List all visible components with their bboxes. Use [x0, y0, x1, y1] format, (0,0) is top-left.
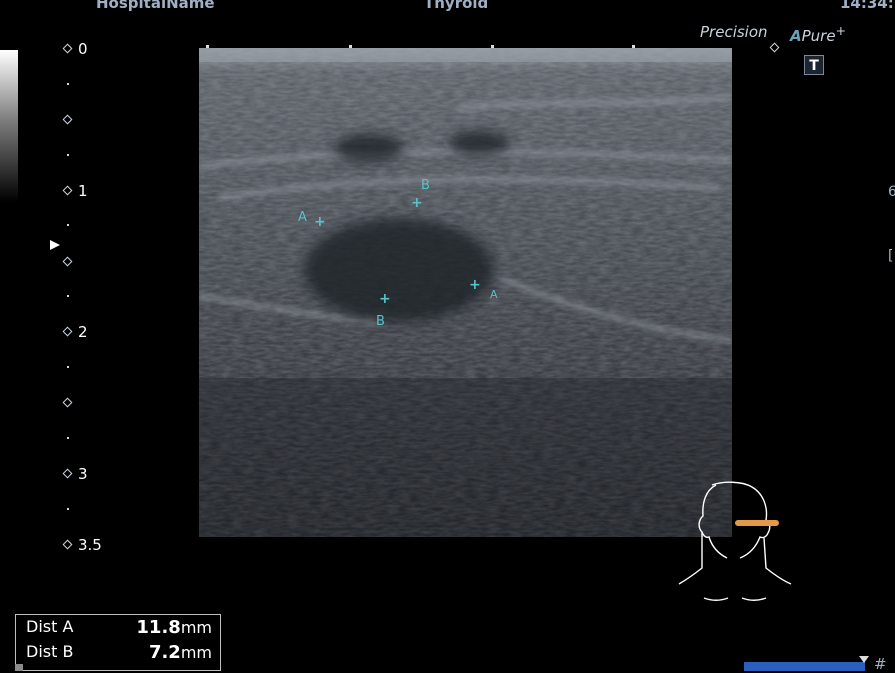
frame-hash: #	[874, 655, 887, 673]
depth-mark	[62, 468, 73, 479]
depth-dot	[67, 224, 69, 226]
measurement-unit: mm	[180, 643, 212, 662]
caliper-b-cross-top[interactable]: +	[411, 195, 423, 211]
caliper-a-label-left: A	[298, 210, 307, 225]
depth-mark	[62, 326, 73, 337]
measurement-row: Dist A 11.8mm	[26, 617, 212, 641]
depth-dot	[67, 83, 69, 85]
depth-dot	[67, 154, 69, 156]
apure-label: APure+	[790, 23, 846, 45]
focus-marker[interactable]	[50, 240, 60, 250]
depth-mark	[62, 539, 73, 550]
depth-dot	[67, 437, 69, 439]
measurement-number: 7.2	[148, 642, 181, 663]
ultrasound-image[interactable]: A + B + + A + B	[199, 48, 732, 537]
grayscale-bar	[0, 50, 18, 202]
depth-dot	[67, 508, 69, 510]
measurement-value: 11.8mm	[136, 617, 212, 638]
caliper-a-cross-right[interactable]: +	[469, 277, 481, 293]
measurement-name: Dist A	[26, 617, 74, 636]
edge-glyph: 6	[888, 184, 895, 200]
precision-label: Precision	[700, 23, 768, 41]
measurement-name: Dist B	[26, 642, 74, 661]
caliper-a-label-right: A	[490, 288, 498, 301]
tgc-button[interactable]: T	[804, 55, 824, 75]
caliper-b-label-bottom: B	[376, 314, 385, 329]
depth-mark	[62, 43, 73, 54]
caliper-b-label-top: B	[421, 178, 430, 193]
depth-mark	[62, 185, 73, 196]
depth-label-0: 0	[78, 40, 88, 58]
body-mark-neck-icon	[678, 481, 792, 601]
measurement-value: 7.2mm	[149, 642, 212, 663]
apure-plus: +	[835, 23, 847, 38]
depth-dot	[67, 295, 69, 297]
depth-mark	[62, 397, 73, 408]
hospital-name: HospitalName	[96, 0, 215, 12]
depth-mark	[62, 114, 73, 125]
orientation-marker	[769, 42, 780, 53]
measurement-panel: Dist A 11.8mm Dist B 7.2mm	[15, 614, 221, 671]
depth-label-3: 3	[78, 465, 88, 483]
measurement-row: Dist B 7.2mm	[26, 642, 212, 666]
depth-label-1: 1	[78, 182, 88, 200]
measurement-unit: mm	[180, 618, 212, 637]
clock-time: 14:34:2	[840, 0, 895, 12]
depth-label-3-5: 3.5	[78, 536, 102, 554]
ultrasound-scan	[199, 48, 732, 537]
cine-scroll-bar[interactable]	[744, 662, 865, 671]
caliper-b-cross-bottom[interactable]: +	[379, 291, 391, 307]
apure-rest: Pure	[801, 27, 836, 45]
caliper-a-cross-left[interactable]: +	[314, 214, 326, 230]
apure-a: A	[790, 27, 802, 45]
panel-corner-marker	[15, 664, 23, 671]
depth-label-2: 2	[78, 323, 88, 341]
depth-dot	[67, 366, 69, 368]
measurement-number: 11.8	[136, 617, 181, 638]
depth-mark	[62, 256, 73, 267]
edge-glyph: [	[888, 248, 894, 264]
exam-preset: Thyroid	[424, 0, 489, 12]
cine-position-icon[interactable]	[859, 656, 869, 663]
probe-marker	[735, 520, 779, 526]
